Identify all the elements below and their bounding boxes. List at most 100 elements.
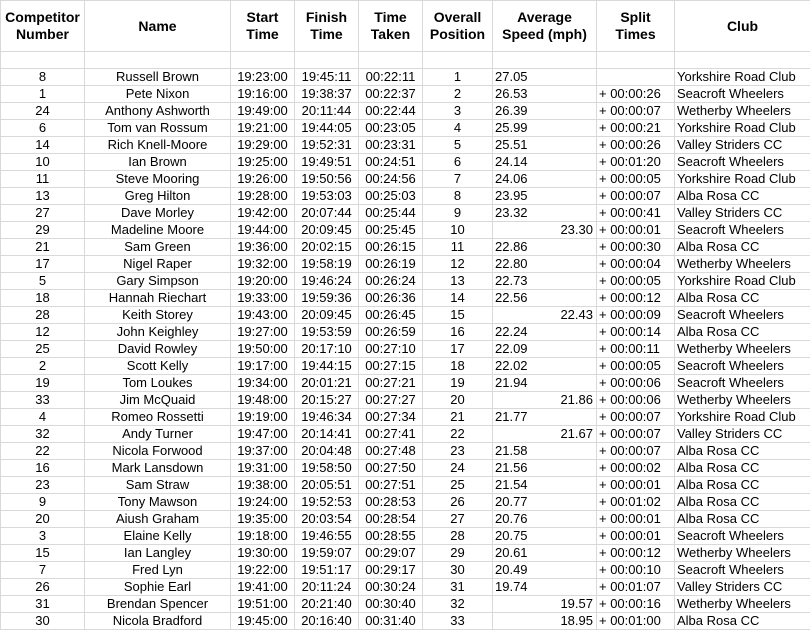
finish-time-cell[interactable]: 20:07:44 [294,204,359,222]
club-cell[interactable]: Alba Rosa CC [674,238,810,256]
name-cell[interactable]: John Keighley [84,323,231,341]
overall-position-cell[interactable]: 25 [422,476,493,494]
finish-time-cell[interactable]: 19:53:03 [294,187,359,205]
header-club[interactable]: Club [674,0,810,52]
split-time-cell[interactable]: + 00:01:02 [596,493,675,511]
time-taken-cell[interactable]: 00:27:27 [358,391,423,409]
name-cell[interactable]: Nicola Forwood [84,442,231,460]
empty-cell[interactable] [422,51,493,69]
empty-cell[interactable] [84,51,231,69]
overall-position-cell[interactable]: 21 [422,408,493,426]
time-taken-cell[interactable]: 00:27:41 [358,425,423,443]
split-time-cell[interactable]: + 00:00:30 [596,238,675,256]
start-time-cell[interactable]: 19:41:00 [230,578,295,596]
overall-position-cell[interactable]: 19 [422,374,493,392]
start-time-cell[interactable]: 19:26:00 [230,170,295,188]
start-time-cell[interactable]: 19:31:00 [230,459,295,477]
competitor-number-cell[interactable]: 31 [0,595,85,613]
start-time-cell[interactable]: 19:24:00 [230,493,295,511]
competitor-number-cell[interactable]: 2 [0,357,85,375]
club-cell[interactable]: Yorkshire Road Club [674,408,810,426]
average-speed-cell[interactable]: 18.95 [492,612,597,630]
split-time-cell[interactable]: + 00:00:12 [596,544,675,562]
time-taken-cell[interactable]: 00:26:15 [358,238,423,256]
average-speed-cell[interactable]: 20.76 [492,510,597,528]
finish-time-cell[interactable]: 19:44:05 [294,119,359,137]
finish-time-cell[interactable]: 19:58:50 [294,459,359,477]
name-cell[interactable]: Rich Knell-Moore [84,136,231,154]
competitor-number-cell[interactable]: 8 [0,68,85,86]
start-time-cell[interactable]: 19:22:00 [230,561,295,579]
competitor-number-cell[interactable]: 32 [0,425,85,443]
name-cell[interactable]: David Rowley [84,340,231,358]
split-time-cell[interactable]: + 00:00:05 [596,272,675,290]
finish-time-cell[interactable]: 20:15:27 [294,391,359,409]
club-cell[interactable]: Alba Rosa CC [674,612,810,630]
club-cell[interactable]: Yorkshire Road Club [674,272,810,290]
split-time-cell[interactable]: + 00:00:01 [596,510,675,528]
time-taken-cell[interactable]: 00:31:40 [358,612,423,630]
average-speed-cell[interactable]: 22.86 [492,238,597,256]
club-cell[interactable]: Seacroft Wheelers [674,374,810,392]
average-speed-cell[interactable]: 22.24 [492,323,597,341]
start-time-cell[interactable]: 19:48:00 [230,391,295,409]
competitor-number-cell[interactable]: 28 [0,306,85,324]
finish-time-cell[interactable]: 20:21:40 [294,595,359,613]
average-speed-cell[interactable]: 23.32 [492,204,597,222]
time-taken-cell[interactable]: 00:28:53 [358,493,423,511]
overall-position-cell[interactable]: 4 [422,119,493,137]
average-speed-cell[interactable]: 21.86 [492,391,597,409]
overall-position-cell[interactable]: 8 [422,187,493,205]
competitor-number-cell[interactable]: 30 [0,612,85,630]
overall-position-cell[interactable]: 3 [422,102,493,120]
club-cell[interactable]: Wetherby Wheelers [674,391,810,409]
name-cell[interactable]: Madeline Moore [84,221,231,239]
competitor-number-cell[interactable]: 3 [0,527,85,545]
start-time-cell[interactable]: 19:20:00 [230,272,295,290]
competitor-number-cell[interactable]: 18 [0,289,85,307]
finish-time-cell[interactable]: 19:53:59 [294,323,359,341]
split-time-cell[interactable]: + 00:00:07 [596,187,675,205]
name-cell[interactable]: Keith Storey [84,306,231,324]
empty-cell[interactable] [674,51,810,69]
time-taken-cell[interactable]: 00:27:50 [358,459,423,477]
average-speed-cell[interactable]: 21.58 [492,442,597,460]
time-taken-cell[interactable]: 00:23:31 [358,136,423,154]
name-cell[interactable]: Tony Mawson [84,493,231,511]
club-cell[interactable]: Wetherby Wheelers [674,595,810,613]
average-speed-cell[interactable]: 22.73 [492,272,597,290]
club-cell[interactable]: Alba Rosa CC [674,493,810,511]
time-taken-cell[interactable]: 00:22:44 [358,102,423,120]
overall-position-cell[interactable]: 2 [422,85,493,103]
split-time-cell[interactable]: + 00:00:10 [596,561,675,579]
overall-position-cell[interactable]: 1 [422,68,493,86]
competitor-number-cell[interactable]: 27 [0,204,85,222]
name-cell[interactable]: Dave Morley [84,204,231,222]
empty-cell[interactable] [230,51,295,69]
start-time-cell[interactable]: 19:29:00 [230,136,295,154]
overall-position-cell[interactable]: 22 [422,425,493,443]
finish-time-cell[interactable]: 19:59:36 [294,289,359,307]
club-cell[interactable]: Alba Rosa CC [674,476,810,494]
competitor-number-cell[interactable]: 9 [0,493,85,511]
finish-time-cell[interactable]: 20:17:10 [294,340,359,358]
start-time-cell[interactable]: 19:42:00 [230,204,295,222]
competitor-number-cell[interactable]: 20 [0,510,85,528]
header-overall-position[interactable]: Overall Position [422,0,493,52]
average-speed-cell[interactable]: 21.77 [492,408,597,426]
header-average-speed[interactable]: Average Speed (mph) [492,0,597,52]
split-time-cell[interactable]: + 00:00:01 [596,476,675,494]
time-taken-cell[interactable]: 00:26:36 [358,289,423,307]
name-cell[interactable]: Steve Mooring [84,170,231,188]
split-time-cell[interactable]: + 00:00:11 [596,340,675,358]
club-cell[interactable]: Yorkshire Road Club [674,119,810,137]
average-speed-cell[interactable]: 21.67 [492,425,597,443]
time-taken-cell[interactable]: 00:28:55 [358,527,423,545]
average-speed-cell[interactable]: 24.14 [492,153,597,171]
name-cell[interactable]: Russell Brown [84,68,231,86]
overall-position-cell[interactable]: 6 [422,153,493,171]
name-cell[interactable]: Anthony Ashworth [84,102,231,120]
time-taken-cell[interactable]: 00:30:40 [358,595,423,613]
start-time-cell[interactable]: 19:17:00 [230,357,295,375]
split-time-cell[interactable]: + 00:00:02 [596,459,675,477]
